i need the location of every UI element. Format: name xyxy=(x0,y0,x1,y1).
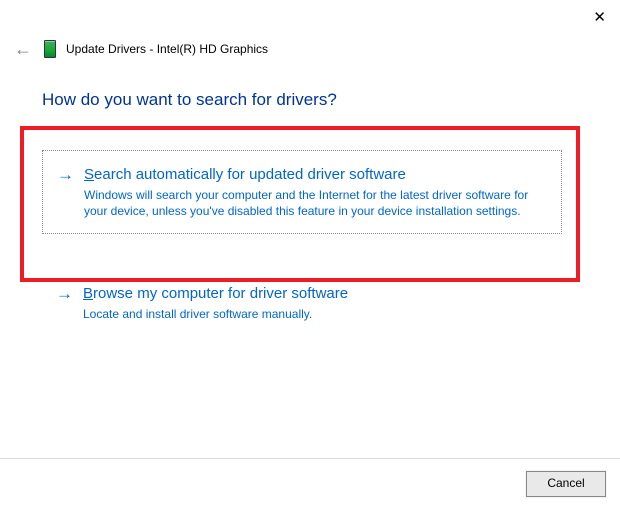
option-search-automatically[interactable]: → Search automatically for updated drive… xyxy=(42,150,562,234)
option-title: Browse my computer for driver software xyxy=(83,284,546,304)
close-icon[interactable]: ✕ xyxy=(593,8,606,26)
back-icon[interactable]: ← xyxy=(12,40,34,58)
option-title: Search automatically for updated driver … xyxy=(84,165,545,185)
arrow-right-icon: → xyxy=(56,285,73,304)
option-description: Windows will search your computer and th… xyxy=(84,187,545,219)
page-heading: How do you want to search for drivers? xyxy=(42,90,337,110)
cancel-button[interactable]: Cancel xyxy=(526,471,606,497)
device-icon xyxy=(44,40,56,58)
footer: Cancel xyxy=(0,458,620,508)
header: ← Update Drivers - Intel(R) HD Graphics xyxy=(12,40,268,58)
window-title: Update Drivers - Intel(R) HD Graphics xyxy=(66,42,268,56)
option-description: Locate and install driver software manua… xyxy=(83,306,546,322)
arrow-right-icon: → xyxy=(57,166,74,185)
option-browse-computer[interactable]: → Browse my computer for driver software… xyxy=(42,284,562,322)
